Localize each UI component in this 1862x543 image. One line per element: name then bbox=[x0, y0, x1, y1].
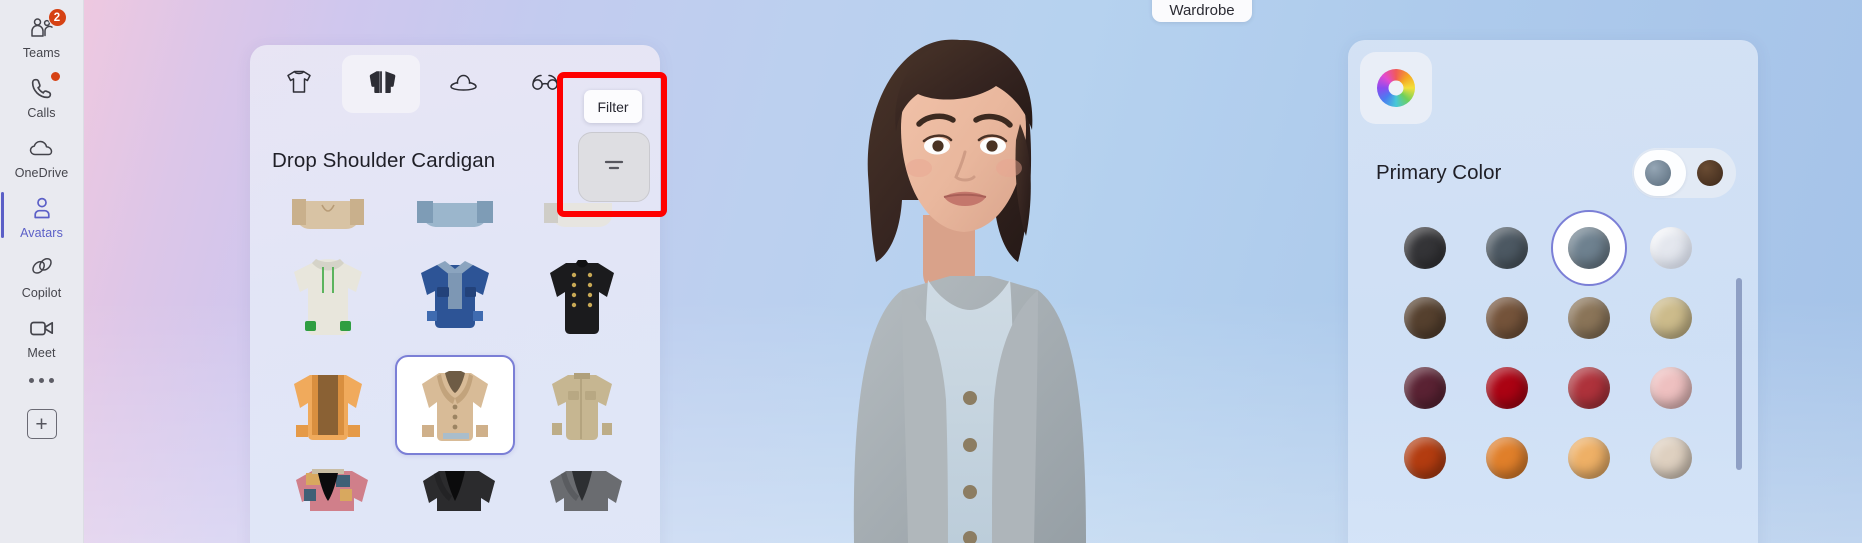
swatch-cream[interactable] bbox=[1630, 434, 1712, 482]
primary-color-label: Primary Color bbox=[1376, 161, 1502, 184]
filter-icon bbox=[601, 155, 627, 180]
garment-cell-orange-open-cardigan[interactable] bbox=[268, 355, 387, 455]
tshirt-icon bbox=[284, 68, 314, 101]
garment-cell-cropped-tan-top[interactable] bbox=[268, 187, 387, 235]
color-wheel-icon bbox=[1377, 69, 1415, 107]
garment-cell-gray-blazer[interactable] bbox=[523, 465, 642, 511]
tab-tops[interactable] bbox=[260, 55, 338, 113]
ellipsis-dot bbox=[49, 378, 54, 383]
secondary-swatch-preview bbox=[1697, 160, 1723, 186]
add-app-button[interactable]: + bbox=[26, 409, 57, 439]
sidebar-item-label: Avatars bbox=[20, 226, 63, 240]
garment-cell-patchwork-jacket[interactable] bbox=[268, 465, 387, 511]
app-rail: Teams 2 Calls OneDrive Avatars Copilot M… bbox=[0, 0, 84, 543]
toggle-option-primary[interactable] bbox=[1632, 148, 1684, 198]
swatch-dot bbox=[1568, 227, 1610, 269]
sidebar-item-label: Teams bbox=[22, 46, 61, 60]
primary-swatch-preview bbox=[1645, 160, 1671, 186]
sidebar-item-meet[interactable]: Meet bbox=[6, 306, 78, 366]
swatch-dot bbox=[1404, 437, 1446, 479]
swatch-dot bbox=[1568, 367, 1610, 409]
swatch-medium-brown[interactable] bbox=[1466, 294, 1548, 342]
swatch-crimson[interactable] bbox=[1466, 364, 1548, 412]
color-swatch-grid bbox=[1348, 224, 1758, 482]
calls-activity-dot bbox=[49, 71, 61, 82]
video-camera-icon bbox=[26, 313, 58, 343]
swatch-light-orange[interactable] bbox=[1548, 434, 1630, 482]
ellipsis-dot bbox=[39, 378, 44, 383]
garment-cell-tan-drop-shoulder-cardigan[interactable] bbox=[395, 355, 515, 455]
swatch-orange[interactable] bbox=[1466, 434, 1548, 482]
plus-icon: + bbox=[35, 412, 48, 436]
garment-cell-black-blazer[interactable] bbox=[395, 465, 514, 511]
custom-color-button[interactable] bbox=[1360, 52, 1432, 124]
more-apps-button[interactable] bbox=[6, 366, 78, 395]
wardrobe-tab-label: Wardrobe bbox=[1169, 2, 1235, 19]
primary-secondary-toggle[interactable] bbox=[1632, 148, 1736, 198]
ellipsis-dot bbox=[29, 378, 34, 383]
cloud-icon bbox=[26, 133, 58, 163]
tab-outerwear[interactable] bbox=[342, 55, 420, 113]
swatch-dot bbox=[1404, 367, 1446, 409]
swatch-blue-gray[interactable] bbox=[1548, 224, 1630, 272]
swatch-dark-brown[interactable] bbox=[1384, 294, 1466, 342]
sidebar-item-label: Meet bbox=[27, 346, 56, 360]
swatch-dot bbox=[1404, 297, 1446, 339]
garment-cell-blue-cropped-top[interactable] bbox=[395, 187, 514, 235]
sidebar-item-copilot[interactable]: Copilot bbox=[6, 246, 78, 306]
swatch-charcoal[interactable] bbox=[1384, 224, 1466, 272]
swatch-blush-pink[interactable] bbox=[1630, 364, 1712, 412]
sidebar-item-avatars[interactable]: Avatars bbox=[0, 186, 78, 246]
garment-grid bbox=[250, 187, 660, 511]
swatch-dot bbox=[1486, 297, 1528, 339]
filter-button[interactable] bbox=[578, 132, 650, 202]
wardrobe-tab-pill[interactable]: Wardrobe bbox=[1152, 0, 1252, 22]
swatch-dot bbox=[1650, 227, 1692, 269]
sidebar-item-onedrive[interactable]: OneDrive bbox=[6, 126, 78, 186]
sidebar-item-label: Calls bbox=[27, 106, 56, 120]
swatch-taupe-brown[interactable] bbox=[1548, 294, 1630, 342]
swatch-white[interactable] bbox=[1630, 224, 1712, 272]
swatch-dot bbox=[1568, 437, 1610, 479]
swatch-dark-maroon[interactable] bbox=[1384, 364, 1466, 412]
swatch-dot bbox=[1650, 367, 1692, 409]
sidebar-item-calls[interactable]: Calls bbox=[6, 66, 78, 126]
toggle-option-secondary[interactable] bbox=[1684, 148, 1736, 198]
color-panel: Primary Color bbox=[1348, 40, 1758, 543]
filter-tooltip-label: Filter bbox=[597, 98, 629, 115]
swatch-brick-red[interactable] bbox=[1548, 364, 1630, 412]
hat-icon bbox=[448, 70, 479, 99]
sidebar-item-teams[interactable]: Teams 2 bbox=[6, 6, 78, 66]
sidebar-item-label: Copilot bbox=[21, 286, 62, 300]
swatch-dot bbox=[1486, 367, 1528, 409]
teams-badge: 2 bbox=[47, 8, 67, 27]
swatch-slate-gray[interactable] bbox=[1466, 224, 1548, 272]
sidebar-item-label: OneDrive bbox=[14, 166, 69, 180]
swatch-khaki[interactable] bbox=[1630, 294, 1712, 342]
person-icon bbox=[26, 193, 58, 223]
swatch-dot bbox=[1486, 437, 1528, 479]
copilot-icon bbox=[26, 253, 58, 283]
garment-cell-khaki-overshirt[interactable] bbox=[523, 355, 642, 455]
primary-color-row: Primary Color bbox=[1348, 148, 1758, 198]
tab-headwear[interactable] bbox=[424, 55, 502, 113]
filter-tooltip: Filter bbox=[584, 90, 642, 123]
glasses-icon bbox=[529, 71, 561, 98]
swatch-dot bbox=[1650, 437, 1692, 479]
cardigan-icon bbox=[366, 68, 396, 101]
swatch-dot bbox=[1486, 227, 1528, 269]
swatch-dot bbox=[1404, 227, 1446, 269]
color-panel-scrollbar[interactable] bbox=[1736, 278, 1742, 470]
swatch-dot bbox=[1650, 297, 1692, 339]
tab-eyewear[interactable] bbox=[506, 55, 584, 113]
garment-cell-blue-denim-jacket[interactable] bbox=[395, 245, 514, 345]
swatch-burnt-orange[interactable] bbox=[1384, 434, 1466, 482]
garment-cell-black-military-coat[interactable] bbox=[523, 245, 642, 345]
avatar-wardrobe-app: Teams 2 Calls OneDrive Avatars Copilot M… bbox=[0, 0, 1862, 543]
garment-cell-cream-hoodie[interactable] bbox=[268, 245, 387, 345]
swatch-dot bbox=[1568, 297, 1610, 339]
